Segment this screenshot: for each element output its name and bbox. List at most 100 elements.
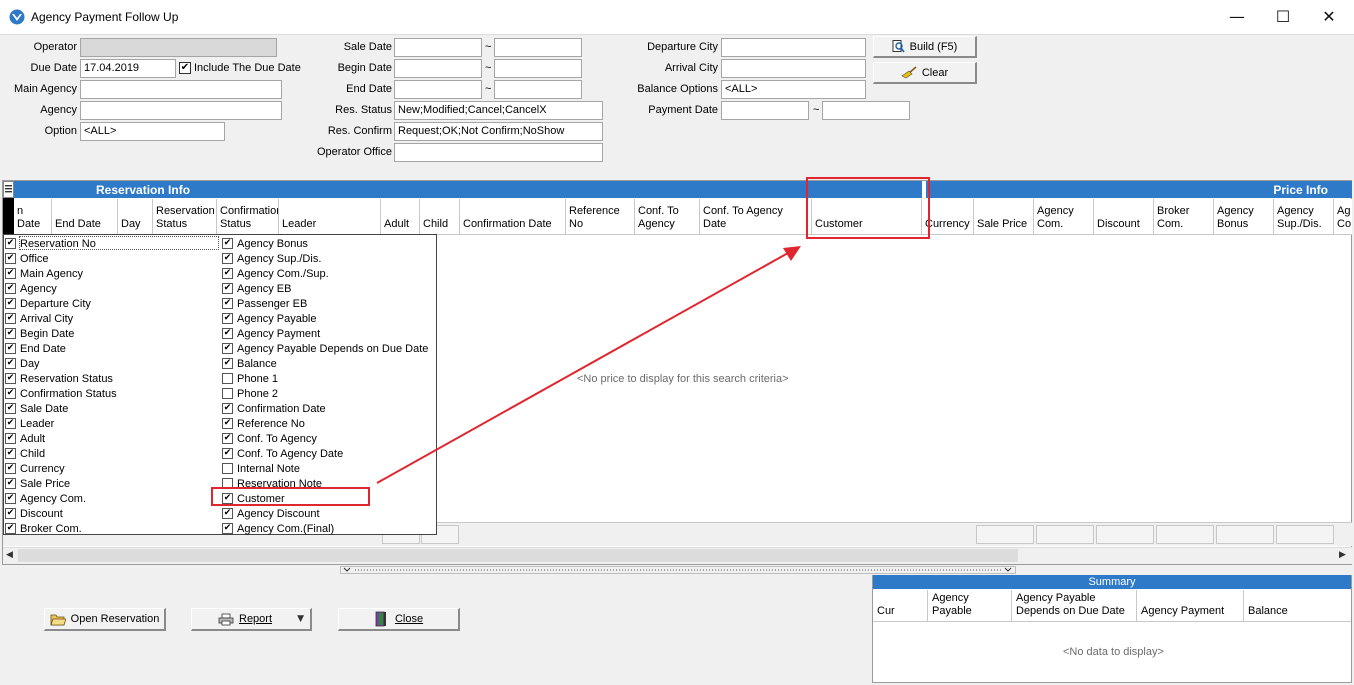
column-option-checkbox[interactable]: ✔ [222, 433, 233, 444]
column-option[interactable]: ✔ Sale Price [5, 476, 205, 491]
minimize-button[interactable]: — [1214, 0, 1260, 34]
close-button[interactable]: Close [338, 608, 460, 631]
column-option[interactable]: ✔ Agency Payable [222, 311, 434, 326]
open-reservation-button[interactable]: Open Reservation [44, 608, 166, 631]
col-end-date[interactable]: End Date [52, 199, 118, 235]
column-option-checkbox[interactable]: ✔ [222, 343, 233, 354]
report-dropdown-icon[interactable]: ▼ [297, 614, 304, 624]
col-agency-bonus[interactable]: Agency Bonus [1214, 199, 1274, 235]
scroll-right-icon[interactable]: ▶ [1339, 550, 1346, 560]
begin-date-to-field[interactable] [494, 59, 582, 78]
column-option-checkbox[interactable]: ✔ [222, 283, 233, 294]
column-option[interactable]: ✔ Currency [5, 461, 205, 476]
col-reservation-status[interactable]: Reservation Status [153, 199, 217, 235]
column-option[interactable]: ✔ Agency Com. [5, 491, 205, 506]
column-option[interactable]: ✔ Child [5, 446, 205, 461]
column-option[interactable]: ✔ Day [5, 356, 205, 371]
column-option-checkbox[interactable] [222, 388, 233, 399]
column-option-checkbox[interactable]: ✔ [5, 418, 16, 429]
close-window-button[interactable]: ✕ [1306, 0, 1352, 34]
sum-col-balance[interactable]: Balance [1244, 590, 1351, 622]
column-option-checkbox[interactable]: ✔ [5, 478, 16, 489]
col-child[interactable]: Child [420, 199, 460, 235]
column-option[interactable]: ✔ Confirmation Date [222, 401, 434, 416]
departure-city-field[interactable] [721, 38, 866, 57]
col-discount[interactable]: Discount [1094, 199, 1154, 235]
column-option-checkbox[interactable]: ✔ [222, 523, 233, 534]
column-option[interactable]: ✔ Agency [5, 281, 205, 296]
column-option-checkbox[interactable]: ✔ [5, 238, 16, 249]
col-sale-price[interactable]: Sale Price [974, 199, 1034, 235]
column-option-checkbox[interactable]: ✔ [222, 418, 233, 429]
col-agency-sup-dis[interactable]: Agency Sup./Dis. [1274, 199, 1334, 235]
sum-col-cur[interactable]: Cur [873, 590, 928, 622]
panel-splitter[interactable] [340, 566, 1016, 574]
agency-field[interactable] [80, 101, 282, 120]
column-option[interactable]: ✔ Conf. To Agency [222, 431, 434, 446]
column-option[interactable]: ✔ Begin Date [5, 326, 205, 341]
column-option-checkbox[interactable]: ✔ [5, 373, 16, 384]
main-agency-field[interactable] [80, 80, 282, 99]
column-option-checkbox[interactable]: ✔ [5, 493, 16, 504]
column-option[interactable]: ✔ Main Agency [5, 266, 205, 281]
column-option[interactable]: ✔ Sale Date [5, 401, 205, 416]
column-option-checkbox[interactable]: ✔ [222, 328, 233, 339]
payment-date-to-field[interactable] [822, 101, 910, 120]
column-option-checkbox[interactable]: ✔ [222, 238, 233, 249]
column-option-checkbox[interactable]: ✔ [222, 313, 233, 324]
balance-options-field[interactable]: <ALL> [721, 80, 866, 99]
col-conf-to-agency[interactable]: Conf. To Agency [635, 199, 700, 235]
scrollbar-thumb[interactable] [18, 549, 1018, 562]
column-option[interactable]: ✔ Agency Com./Sup. [222, 266, 434, 281]
res-confirm-field[interactable]: Request;OK;Not Confirm;NoShow [394, 122, 603, 141]
column-option-checkbox[interactable]: ✔ [5, 283, 16, 294]
col-agency-com[interactable]: Agency Com. [1034, 199, 1094, 235]
column-option-checkbox[interactable]: ✔ [5, 463, 16, 474]
column-option-checkbox[interactable] [222, 463, 233, 474]
col-adult[interactable]: Adult [381, 199, 420, 235]
column-option-checkbox[interactable]: ✔ [222, 253, 233, 264]
column-option-checkbox[interactable]: ✔ [5, 343, 16, 354]
column-option-checkbox[interactable]: ✔ [222, 403, 233, 414]
report-button[interactable]: Report ▼ [191, 608, 312, 631]
res-status-field[interactable]: New;Modified;Cancel;CancelX [394, 101, 603, 120]
col-day[interactable]: Day [118, 199, 153, 235]
column-option[interactable]: ✔ Conf. To Agency Date [222, 446, 434, 461]
column-option[interactable]: Internal Note [222, 461, 434, 476]
column-option-checkbox[interactable] [222, 373, 233, 384]
col-confirmation-date[interactable]: Confirmation Date [460, 199, 566, 235]
column-option-checkbox[interactable]: ✔ [5, 523, 16, 534]
column-option[interactable]: ✔ Agency Sup./Dis. [222, 251, 434, 266]
column-option[interactable]: ✔ Agency Payable Depends on Due Date [222, 341, 434, 356]
operator-field[interactable] [80, 38, 277, 57]
col-broker-com[interactable]: Broker Com. [1154, 199, 1214, 235]
column-chooser-toggle[interactable] [3, 181, 14, 198]
col-leader[interactable]: Leader [279, 199, 381, 235]
column-option[interactable]: ✔ Office [5, 251, 205, 266]
due-date-field[interactable]: 17.04.2019 [80, 59, 176, 78]
column-option[interactable]: ✔ Balance [222, 356, 434, 371]
column-option[interactable]: ✔ Agency EB [222, 281, 434, 296]
scroll-left-icon[interactable]: ◀ [6, 550, 13, 560]
clear-button[interactable]: Clear [873, 62, 977, 84]
column-option-checkbox[interactable]: ✔ [5, 268, 16, 279]
col-reference-no[interactable]: Reference No [566, 199, 635, 235]
column-option-checkbox[interactable]: ✔ [5, 328, 16, 339]
column-option[interactable]: ✔ Passenger EB [222, 296, 434, 311]
column-option[interactable]: ✔ End Date [5, 341, 205, 356]
build-button[interactable]: Build (F5) [873, 36, 977, 58]
include-due-date-checkbox[interactable]: ✔ [179, 62, 191, 74]
column-option[interactable]: ✔ Agency Discount [222, 506, 434, 521]
column-option-checkbox[interactable]: ✔ [222, 448, 233, 459]
column-option-checkbox[interactable]: ✔ [222, 508, 233, 519]
end-date-from-field[interactable] [394, 80, 482, 99]
column-option-checkbox[interactable]: ✔ [5, 388, 16, 399]
column-option[interactable]: ✔ Arrival City [5, 311, 205, 326]
operator-office-field[interactable] [394, 143, 603, 162]
column-option[interactable]: ✔ Departure City [5, 296, 205, 311]
arrival-city-field[interactable] [721, 59, 866, 78]
option-field[interactable]: <ALL> [80, 122, 225, 141]
column-option-checkbox[interactable]: ✔ [5, 313, 16, 324]
column-option-checkbox[interactable]: ✔ [5, 448, 16, 459]
column-option[interactable]: ✔ Discount [5, 506, 205, 521]
